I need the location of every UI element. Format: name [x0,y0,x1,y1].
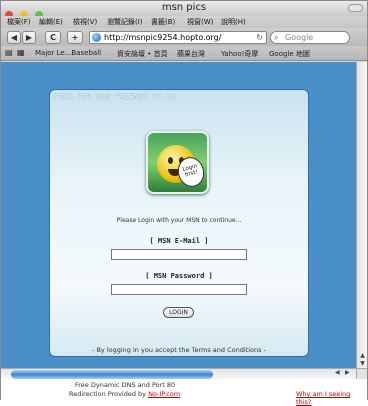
bookmark-item[interactable]: Major Le...Baseball [35,49,101,57]
menu-help[interactable]: 說明(H) [221,17,246,27]
redirect-notice: Redirection Provided by No-IP.com [69,390,180,398]
menu-edit[interactable]: 編輯(E) [39,17,63,27]
bookmark-item[interactable]: Yahoo!奇摩 [221,49,258,59]
noip-link[interactable]: No-IP.com [148,390,180,398]
reload-button[interactable]: C [45,31,61,44]
horizontal-scrollbar[interactable]: ◀ ▶ [1,368,356,379]
add-bookmark-button[interactable]: + [67,31,83,44]
dns-notice: Free Dynamic DNS and Port 80 [75,381,176,389]
password-field[interactable] [111,284,247,295]
scroll-right-icon[interactable]: ▶ [345,369,350,376]
menu-view[interactable]: 檢視(V) [73,17,97,27]
bookmarks-bar: ▤ ▦ Major Le...Baseball 資安論壇 • 首頁 蘋果台灣 Y… [1,46,367,61]
menu-bar: 檔案(F) 編輯(E) 檢視(V) 瀏覽記錄(I) 書籤(B) 視窗(W) 說明… [1,16,367,28]
menu-window[interactable]: 視窗(W) [187,17,213,27]
menu-bookmarks[interactable]: 書籤(B) [151,17,175,27]
email-label: [ MSN E-Mail ] [149,237,209,245]
forward-button[interactable]: ▶ [22,31,36,44]
address-text: http://msnpic9254.hopto.org/ [104,33,222,42]
bookmark-item[interactable]: Google 地圖 [269,49,310,59]
search-placeholder: Google [285,33,314,42]
address-bar[interactable]: http://msnpic9254.hopto.org/ ↻ [89,31,267,44]
toolbar-toggle-button[interactable] [348,4,363,12]
grid-icon[interactable]: ▦ [17,48,25,57]
why-link[interactable]: Why am I seeing this? [296,390,367,406]
scroll-thumb[interactable] [11,370,213,379]
title-bar: msn pics [1,1,367,19]
redirect-prefix: Redirection Provided by [69,390,147,398]
menu-history[interactable]: 瀏覽記錄(I) [107,17,143,27]
browser-window: msn pics 檔案(F) 編輯(E) 檢視(V) 瀏覽記錄(I) 書籤(B)… [0,0,368,406]
search-icon: ⌕ [274,33,279,42]
web-content: PICS FOR MSN FRIENDS v1.1c Login first! … [1,62,356,368]
bookmark-item[interactable]: 蘋果台灣 [177,49,205,59]
globe-icon [92,33,101,42]
toolbar: ◀ ▶ C + http://msnpic9254.hopto.org/ ↻ ⌕… [1,28,367,46]
back-button[interactable]: ◀ [7,31,21,44]
window-title: msn pics [161,2,207,13]
status-area: Free Dynamic DNS and Port 80 Redirection… [1,379,367,406]
login-button[interactable]: LOGIN [163,307,194,318]
terms-text: - By logging in you accept the Terms and… [92,346,266,354]
scroll-left-icon[interactable]: ◀ [335,369,340,376]
bookmark-item[interactable]: 資安論壇 • 首頁 [117,49,168,59]
login-panel: PICS FOR MSN FRIENDS v1.1c Login first! … [49,89,309,357]
panel-title: PICS FOR MSN FRIENDS v1.1c [54,93,177,101]
login-prompt: Please Login with your MSN to continue..… [116,217,242,224]
resize-corner[interactable] [356,368,367,379]
password-label: [ MSN Password ] [145,272,213,280]
email-field[interactable] [111,249,247,260]
msn-logo: Login first! [146,131,209,194]
book-icon[interactable]: ▤ [5,48,13,57]
eye-icon [168,157,173,164]
menu-file[interactable]: 檔案(F) [7,17,31,27]
refresh-icon[interactable]: ↻ [256,32,263,43]
search-field[interactable]: ⌕ Google [270,31,350,44]
vertical-scrollbar[interactable]: ▲ ▼ [356,62,367,368]
